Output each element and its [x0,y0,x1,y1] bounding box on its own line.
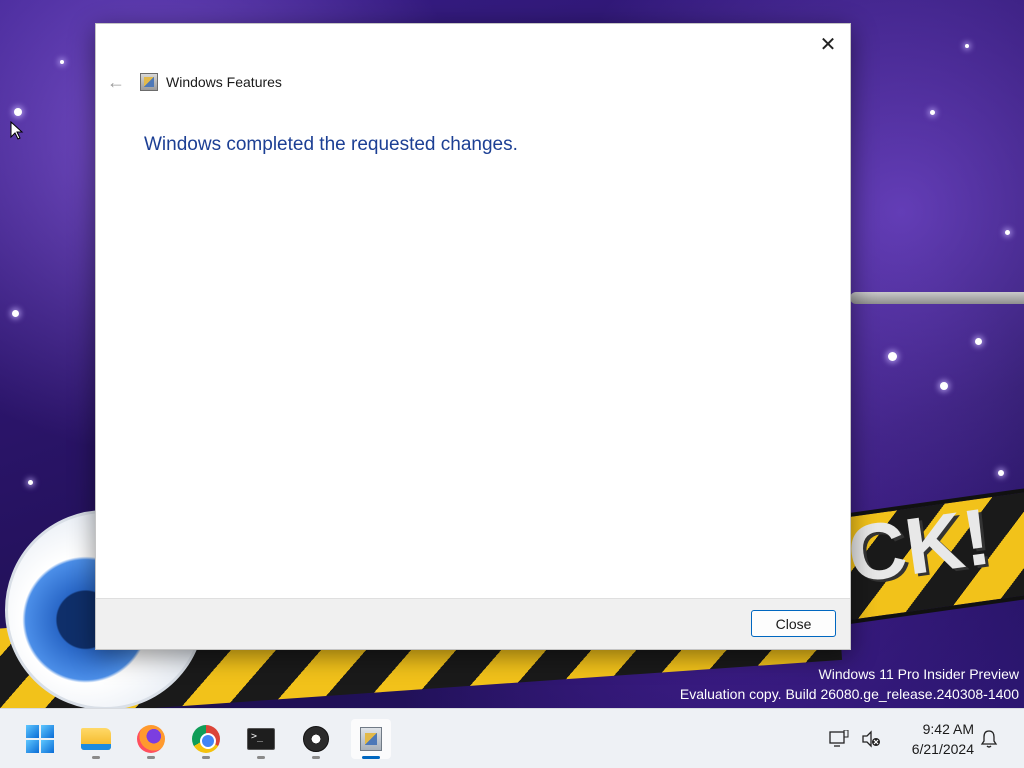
running-indicator [312,756,320,759]
watermark-build: Evaluation copy. Build 26080.ge_release.… [679,686,1019,702]
star [12,310,19,317]
taskbar-clock[interactable]: 9:42 AM 6/21/2024 [896,719,974,759]
notification-area [978,709,1000,768]
close-icon[interactable]: ✕ [814,30,842,58]
wallpaper-lettering: CK! [842,491,996,600]
taskbar-obs[interactable] [296,719,336,759]
space-station-beam [850,292,1024,304]
clock-date: 6/21/2024 [911,741,974,757]
volume-muted-icon[interactable] [860,728,882,750]
active-indicator [362,756,380,759]
watermark-edition: Windows 11 Pro Insider Preview [818,666,1019,682]
running-indicator [202,756,210,759]
windows-features-icon [360,727,382,751]
folder-icon [81,728,111,750]
dialog-header: ← Windows Features [106,70,282,94]
star [930,110,935,115]
star [1005,230,1010,235]
star [60,60,64,64]
star [965,44,969,48]
taskbar-chrome[interactable] [186,719,226,759]
running-indicator [257,756,265,759]
completion-message: Windows completed the requested changes. [144,134,518,155]
firefox-icon [137,725,165,753]
clock-time: 9:42 AM [922,721,974,737]
back-arrow-icon[interactable]: ← [106,72,126,92]
dialog-footer: Close [96,598,850,649]
taskbar-file-explorer[interactable] [76,719,116,759]
running-indicator [147,756,155,759]
taskbar-windows-features[interactable] [351,719,391,759]
dialog-title: Windows Features [166,74,282,90]
windows-features-dialog: ✕ ← Windows Features Windows completed t… [95,23,851,650]
terminal-icon: >_ [247,728,275,750]
taskbar-firefox[interactable] [131,719,171,759]
star [888,352,897,361]
obs-icon [303,726,329,752]
taskbar-terminal[interactable]: >_ [241,719,281,759]
star [998,470,1004,476]
mouse-pointer-icon [10,121,24,140]
windows-start-icon [26,725,54,753]
windows-features-icon [140,73,158,91]
star [975,338,982,345]
network-monitor-icon[interactable] [828,728,850,750]
taskbar: >_ 9:42 AM 6/21/2024 [0,708,1024,768]
star [940,382,948,390]
system-tray [828,709,882,768]
star [28,480,33,485]
close-button[interactable]: Close [751,610,836,637]
running-indicator [92,756,100,759]
build-watermark: Windows 11 Pro Insider Preview Evaluatio… [680,664,1019,704]
notification-bell-icon[interactable] [978,728,1000,750]
star [14,108,22,116]
chrome-icon [192,725,220,753]
start-button[interactable] [20,719,60,759]
